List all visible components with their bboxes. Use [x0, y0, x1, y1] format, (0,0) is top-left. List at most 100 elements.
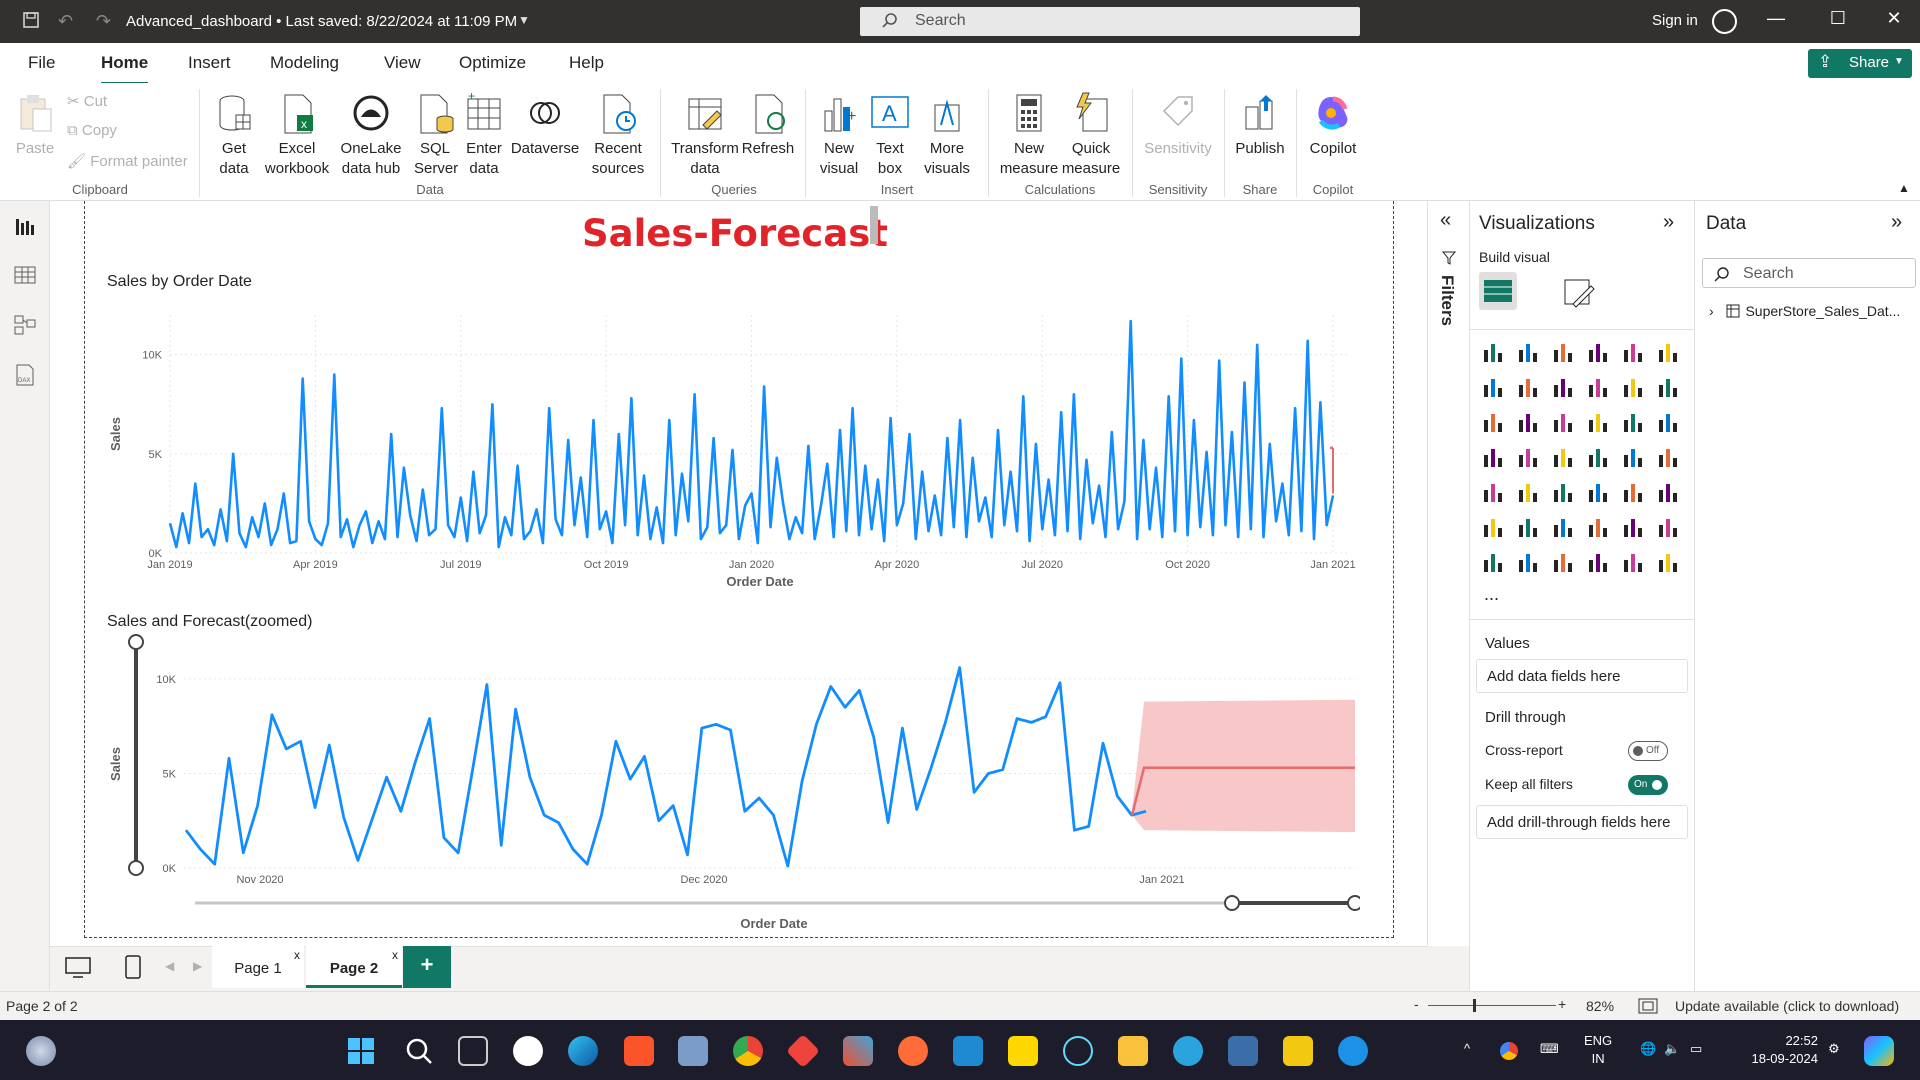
- python-visual-visual-icon[interactable]: [1481, 515, 1505, 539]
- brave-icon[interactable]: [624, 1036, 654, 1066]
- sticky-notes-icon[interactable]: [1008, 1036, 1038, 1066]
- stacked-area-visual-icon[interactable]: [1551, 375, 1575, 399]
- azure-map-visual-icon[interactable]: [1586, 445, 1610, 469]
- dataverse-button[interactable]: Dataverse: [510, 91, 580, 159]
- r-visual-visual-icon[interactable]: [1656, 480, 1680, 504]
- tray-app-icon[interactable]: [1500, 1042, 1518, 1060]
- weather-icon[interactable]: [26, 1036, 56, 1066]
- recent-sources-button[interactable]: Recent sources: [586, 91, 650, 179]
- git-icon[interactable]: [843, 1036, 873, 1066]
- 100-bar-visual-icon[interactable]: [1621, 340, 1645, 364]
- menu-help[interactable]: Help: [569, 53, 604, 73]
- more-visuals-ellipsis[interactable]: ...: [1484, 584, 1499, 605]
- minimize-icon[interactable]: —: [1756, 8, 1796, 29]
- sales-forecast-zoomed-chart[interactable]: 0K 5K 10K Nov 2020 Dec 2020 Jan 2021 Sales Orde…: [100, 630, 1360, 930]
- save-icon[interactable]: [22, 11, 40, 34]
- values-well[interactable]: Add data fields here: [1476, 659, 1688, 693]
- mongodb-icon[interactable]: [513, 1036, 543, 1066]
- close-icon[interactable]: x: [392, 948, 398, 962]
- menu-optimize[interactable]: Optimize: [459, 53, 526, 73]
- paste-button[interactable]: Paste: [14, 91, 56, 159]
- fit-page-icon[interactable]: [1638, 998, 1658, 1014]
- line-clustered-visual-icon[interactable]: [1656, 375, 1680, 399]
- menu-view[interactable]: View: [384, 53, 421, 73]
- update-notice[interactable]: Update available (click to download): [1675, 998, 1899, 1014]
- format-visual-icon[interactable]: [1563, 278, 1595, 308]
- power-apps-visual-icon[interactable]: [1586, 550, 1610, 574]
- search-box[interactable]: Search: [860, 7, 1360, 36]
- zoom-slider[interactable]: [1428, 999, 1556, 1012]
- y-slider-handle-bottom[interactable]: [128, 860, 144, 876]
- postman-icon[interactable]: [898, 1036, 928, 1066]
- search-taskbar-icon[interactable]: [404, 1036, 434, 1066]
- sensitivity-button[interactable]: Sensitivity: [1142, 91, 1214, 159]
- narrative-visual-icon[interactable]: [1621, 515, 1645, 539]
- chevron-right-icon[interactable]: ▶: [193, 959, 202, 973]
- chevron-down-icon[interactable]: ▼: [518, 13, 530, 27]
- funnel-visual-icon[interactable]: [1551, 410, 1575, 434]
- more-visuals-button[interactable]: More visuals: [918, 91, 976, 179]
- chevron-left-icon[interactable]: ◀: [165, 959, 174, 973]
- power-automate-visual-icon[interactable]: [1621, 550, 1645, 574]
- cross-report-toggle[interactable]: Off: [1628, 741, 1668, 761]
- filters-label[interactable]: Filters: [1437, 275, 1457, 326]
- new-visual-button[interactable]: + New visual: [814, 91, 864, 179]
- menu-home[interactable]: Home: [101, 53, 149, 85]
- mobile-layout-icon[interactable]: [125, 955, 141, 979]
- clustered-column-visual-icon[interactable]: [1586, 340, 1610, 364]
- model-view-icon[interactable]: [13, 313, 37, 337]
- transform-data-button[interactable]: Transform data: [670, 91, 740, 179]
- text-box-button[interactable]: A Text box: [866, 91, 914, 179]
- undo-icon[interactable]: ↶: [58, 11, 73, 32]
- edge-icon[interactable]: [568, 1036, 598, 1066]
- decomposition-tree-visual-icon[interactable]: [1551, 515, 1575, 539]
- treemap-visual-icon[interactable]: [1481, 445, 1505, 469]
- line-visual-icon[interactable]: [1481, 375, 1505, 399]
- refresh-button[interactable]: Refresh: [741, 91, 795, 159]
- virtualbox-icon[interactable]: [678, 1036, 708, 1066]
- avatar-icon[interactable]: [1712, 9, 1737, 34]
- table-item[interactable]: › SuperStore_Sales_Dat...: [1709, 303, 1900, 319]
- remote-desktop-icon[interactable]: [1228, 1036, 1258, 1066]
- drill-through-well[interactable]: Add drill-through fields here: [1476, 805, 1688, 839]
- task-view-icon[interactable]: [458, 1036, 488, 1066]
- x-slider-handle-left[interactable]: [1224, 895, 1240, 911]
- copy-button[interactable]: ⧉ Copy: [67, 122, 117, 139]
- desktop-layout-icon[interactable]: [65, 957, 91, 979]
- vscode-icon[interactable]: [953, 1036, 983, 1066]
- scatter-visual-icon[interactable]: [1586, 410, 1610, 434]
- collapse-data-icon[interactable]: »: [1891, 211, 1902, 234]
- qa-visual-icon[interactable]: [1586, 515, 1610, 539]
- cut-button[interactable]: ✂ Cut: [67, 92, 107, 110]
- collapse-viz-icon[interactable]: »: [1663, 211, 1674, 234]
- settings-icon[interactable]: ⚙: [1828, 1040, 1840, 1058]
- publish-button[interactable]: Publish: [1234, 91, 1286, 159]
- collapse-filters-icon[interactable]: «: [1440, 209, 1451, 232]
- redo-icon[interactable]: ↷: [96, 11, 111, 32]
- stacked-column-visual-icon[interactable]: [1516, 340, 1540, 364]
- metrics-visual-icon[interactable]: [1656, 515, 1680, 539]
- language-indicator[interactable]: ENG IN: [1584, 1032, 1612, 1068]
- battery-icon[interactable]: ▭: [1690, 1040, 1702, 1058]
- zoom-in-icon[interactable]: +: [1558, 996, 1566, 1012]
- matrix-visual-icon[interactable]: [1621, 480, 1645, 504]
- keep-filters-toggle[interactable]: On: [1628, 775, 1668, 795]
- add-page-button[interactable]: +: [403, 946, 451, 988]
- telegram-icon[interactable]: [1173, 1036, 1203, 1066]
- enter-data-button[interactable]: + Enter data: [464, 89, 504, 179]
- page-tab-1[interactable]: Page 1 x: [212, 946, 304, 988]
- smart-narrative-visual-icon[interactable]: [1656, 550, 1680, 574]
- filled-map-visual-icon[interactable]: [1551, 445, 1575, 469]
- chevron-up-icon[interactable]: ^: [1464, 1040, 1470, 1058]
- close-icon[interactable]: x: [294, 948, 300, 962]
- dax-query-icon[interactable]: DAX: [13, 363, 37, 387]
- clock[interactable]: 22:52 18-09-2024: [1738, 1032, 1819, 1068]
- stacked-bar-visual-icon[interactable]: [1481, 340, 1505, 364]
- table-view-icon[interactable]: [13, 263, 37, 287]
- card-visual-icon[interactable]: [1656, 445, 1680, 469]
- menu-modeling[interactable]: Modeling: [270, 53, 339, 73]
- react-icon[interactable]: [1063, 1036, 1093, 1066]
- close-icon[interactable]: ✕: [1874, 8, 1914, 29]
- zoom-out-icon[interactable]: -: [1414, 996, 1419, 1012]
- page-tab-2[interactable]: Page 2 x: [306, 946, 402, 988]
